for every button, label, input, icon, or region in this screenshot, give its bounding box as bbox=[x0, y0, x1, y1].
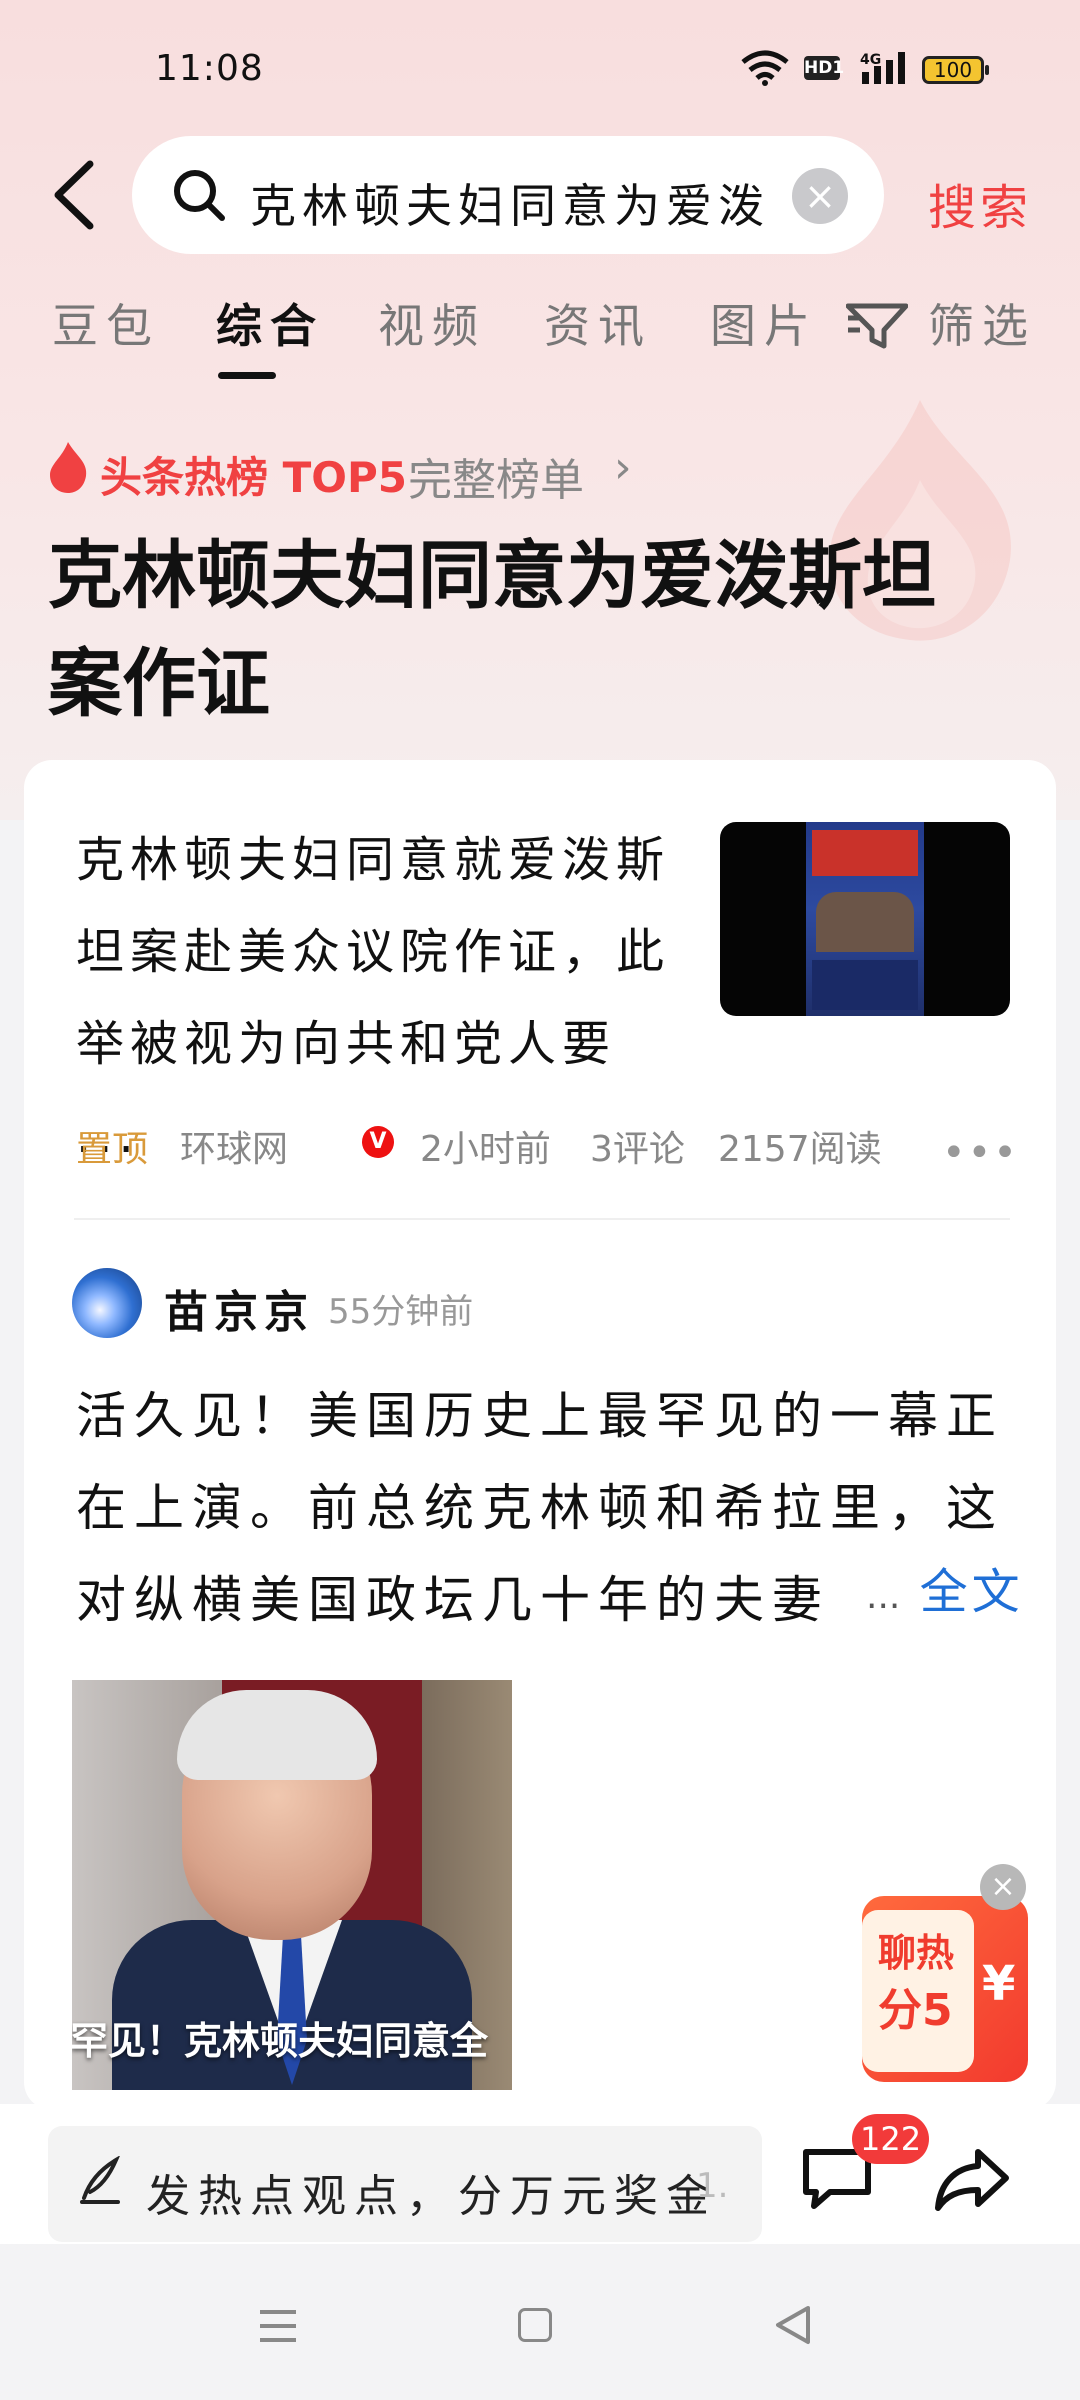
thumbnail-poster bbox=[806, 822, 924, 1016]
system-navigation-bar bbox=[0, 2244, 1080, 2400]
thumbnail-caption-block bbox=[812, 960, 918, 1010]
wifi-icon bbox=[741, 50, 789, 86]
news-meta: 置顶 环球网 V 2小时前 3评论 2157阅读 bbox=[76, 1120, 1036, 1180]
post-time: 55分钟前 bbox=[328, 1292, 474, 1332]
share-icon[interactable] bbox=[934, 2148, 1010, 2212]
comment-input[interactable]: 发热点观点，分万元奖金 1. bbox=[48, 2126, 762, 2242]
more-options-icon[interactable]: ••• bbox=[942, 1130, 1019, 1176]
pen-icon bbox=[80, 2156, 120, 2204]
news-source[interactable]: 环球网 bbox=[180, 1120, 288, 1172]
result-tabs: 豆包 综合 视频 资讯 图片 筛选 bbox=[0, 290, 1080, 380]
search-button[interactable]: 搜索 bbox=[928, 168, 1032, 238]
battery-icon: 100 bbox=[922, 56, 989, 84]
tab-filter[interactable]: 筛选 bbox=[928, 290, 1036, 356]
comment-count-badge: 122 bbox=[852, 2114, 930, 2164]
full-text-link[interactable]: ... 全文 bbox=[860, 1552, 1024, 1622]
image-hair bbox=[177, 1690, 377, 1780]
tab-images[interactable]: 图片 bbox=[710, 290, 818, 356]
pinned-badge: 置顶 bbox=[76, 1129, 149, 1170]
flame-icon bbox=[50, 442, 87, 493]
red-packet-line2: 分5 bbox=[878, 1985, 953, 2036]
search-input[interactable]: 克林顿夫妇同意为爱泼 × bbox=[132, 136, 884, 254]
hot-list-label: 头条热榜 TOP5 bbox=[100, 453, 407, 502]
comment-prompt-more: 1. bbox=[696, 2166, 729, 2206]
red-packet-widget[interactable]: 聊热 分5 ¥ bbox=[862, 1896, 1028, 2082]
active-tab-indicator bbox=[218, 372, 276, 379]
verified-icon: V bbox=[362, 1126, 394, 1158]
hot-topic-title[interactable]: 克林顿夫妇同意为爱泼斯坦案作证 bbox=[48, 522, 1008, 738]
status-time: 11:08 bbox=[155, 48, 264, 89]
nav-back-icon[interactable] bbox=[774, 2304, 812, 2346]
back-arrow-icon[interactable] bbox=[50, 160, 100, 230]
filter-icon[interactable] bbox=[846, 300, 908, 350]
tab-video[interactable]: 视频 bbox=[378, 290, 486, 356]
hd-icon: HD1 bbox=[804, 56, 845, 80]
avatar[interactable] bbox=[72, 1268, 142, 1338]
post-author[interactable]: 苗京京 bbox=[164, 1276, 314, 1340]
news-time: 2小时前 bbox=[420, 1129, 551, 1170]
tab-news[interactable]: 资讯 bbox=[544, 290, 652, 356]
yen-icon: ¥ bbox=[982, 1956, 1016, 2012]
tab-comprehensive[interactable]: 综合 bbox=[216, 290, 324, 356]
svg-text:4G: 4G bbox=[860, 52, 881, 68]
status-bar: 11:08 HD1 4G 100 bbox=[0, 0, 1080, 120]
close-packet-icon[interactable]: × bbox=[980, 1864, 1026, 1910]
red-packet-line1: 聊热 bbox=[878, 1931, 955, 1975]
menu-icon[interactable] bbox=[258, 2308, 298, 2344]
full-list-link[interactable]: 完整榜单 bbox=[408, 444, 584, 508]
comment-prompt: 发热点观点，分万元奖金 bbox=[146, 2171, 706, 2222]
news-thumbnail[interactable] bbox=[720, 822, 1010, 1016]
post-image[interactable]: 罕见！克林顿夫妇同意全 bbox=[72, 1680, 512, 2090]
search-query[interactable]: 克林顿夫妇同意为爱泼 bbox=[250, 170, 770, 236]
home-icon[interactable] bbox=[518, 2308, 552, 2342]
post-ellipsis: ... bbox=[866, 1576, 901, 1617]
news-comments: 3评论 bbox=[590, 1129, 685, 1170]
signal-icon: 4G bbox=[860, 52, 905, 84]
search-icon bbox=[174, 170, 225, 221]
clear-search-icon[interactable]: × bbox=[792, 168, 848, 224]
news-reads: 2157阅读 bbox=[718, 1129, 882, 1170]
image-caption: 罕见！克林顿夫妇同意全 bbox=[72, 2019, 489, 2063]
chevron-right-icon: › bbox=[614, 442, 632, 493]
full-text-label: 全文 bbox=[919, 1564, 1024, 1620]
divider bbox=[74, 1218, 1010, 1220]
thumbnail-banner bbox=[812, 830, 918, 876]
tab-doubao[interactable]: 豆包 bbox=[52, 290, 160, 356]
thumbnail-people bbox=[816, 892, 914, 952]
bottom-action-bar: 发热点观点，分万元奖金 1. 122 bbox=[0, 2104, 1080, 2244]
